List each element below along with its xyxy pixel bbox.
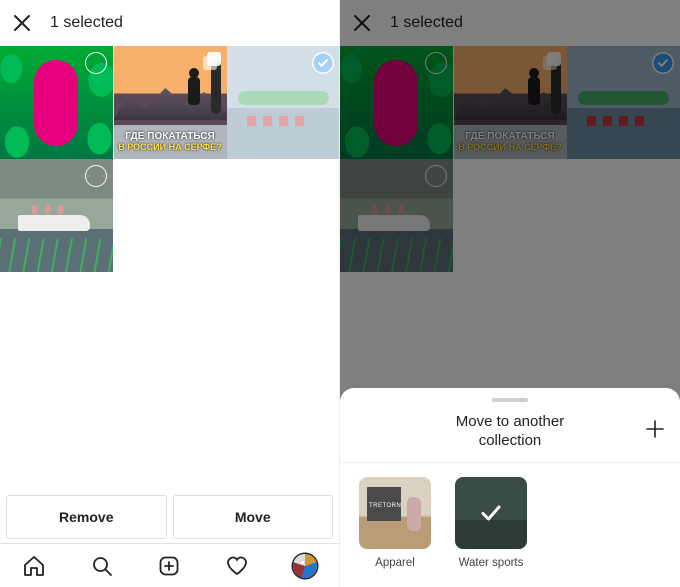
screen-move-sheet: 1 selected ГДЕ ПОКАТАТЬСЯВ РОССИИ НА СЕР… (340, 0, 680, 587)
move-sheet: Move to another collection Apparel Wat (340, 388, 680, 587)
grid-item[interactable] (227, 46, 340, 159)
select-ring-icon (85, 52, 107, 74)
collection-thumb (359, 477, 431, 549)
collection-list: Apparel Water sports (354, 477, 666, 569)
sheet-title: Move to another collection (382, 412, 638, 450)
header-title: 1 selected (50, 14, 123, 32)
collection-label: Apparel (358, 557, 432, 569)
move-button[interactable]: Move (173, 495, 334, 539)
activity-icon[interactable] (225, 554, 249, 578)
thumb-caption: ГДЕ ПОКАТАТЬСЯ (118, 131, 223, 142)
header: 1 selected (0, 0, 339, 46)
action-bar: Remove Move (6, 495, 333, 539)
carousel-icon (201, 52, 221, 72)
screen-selection: 1 selected ГДЕ ПОКАТАТЬСЯВ РОССИИ НА СЕР… (0, 0, 340, 587)
search-icon[interactable] (90, 554, 114, 578)
photo-grid: ГДЕ ПОКАТАТЬСЯВ РОССИИ НА СЕРФЕ? (0, 46, 340, 272)
profile-tab[interactable] (293, 554, 317, 578)
remove-button[interactable]: Remove (6, 495, 167, 539)
grid-item[interactable] (0, 159, 113, 272)
grid-item[interactable]: ГДЕ ПОКАТАТЬСЯВ РОССИИ НА СЕРФЕ? (114, 46, 227, 159)
close-icon[interactable] (12, 13, 32, 33)
selected-check-icon (455, 477, 527, 549)
avatar (293, 554, 317, 578)
sheet-grabber[interactable] (492, 398, 528, 402)
collection-thumb (455, 477, 527, 549)
select-ring-icon (85, 165, 107, 187)
home-icon[interactable] (22, 554, 46, 578)
new-collection-button[interactable] (638, 418, 666, 445)
collection-item-apparel[interactable]: Apparel (358, 477, 432, 569)
tab-bar (0, 543, 339, 587)
divider (340, 462, 680, 463)
thumb-caption: В РОССИИ НА СЕРФЕ? (118, 142, 223, 153)
collection-item-water-sports[interactable]: Water sports (454, 477, 528, 569)
grid-item[interactable] (0, 46, 113, 159)
selected-check-icon (312, 52, 334, 74)
collection-label: Water sports (454, 557, 528, 569)
new-post-icon[interactable] (157, 554, 181, 578)
